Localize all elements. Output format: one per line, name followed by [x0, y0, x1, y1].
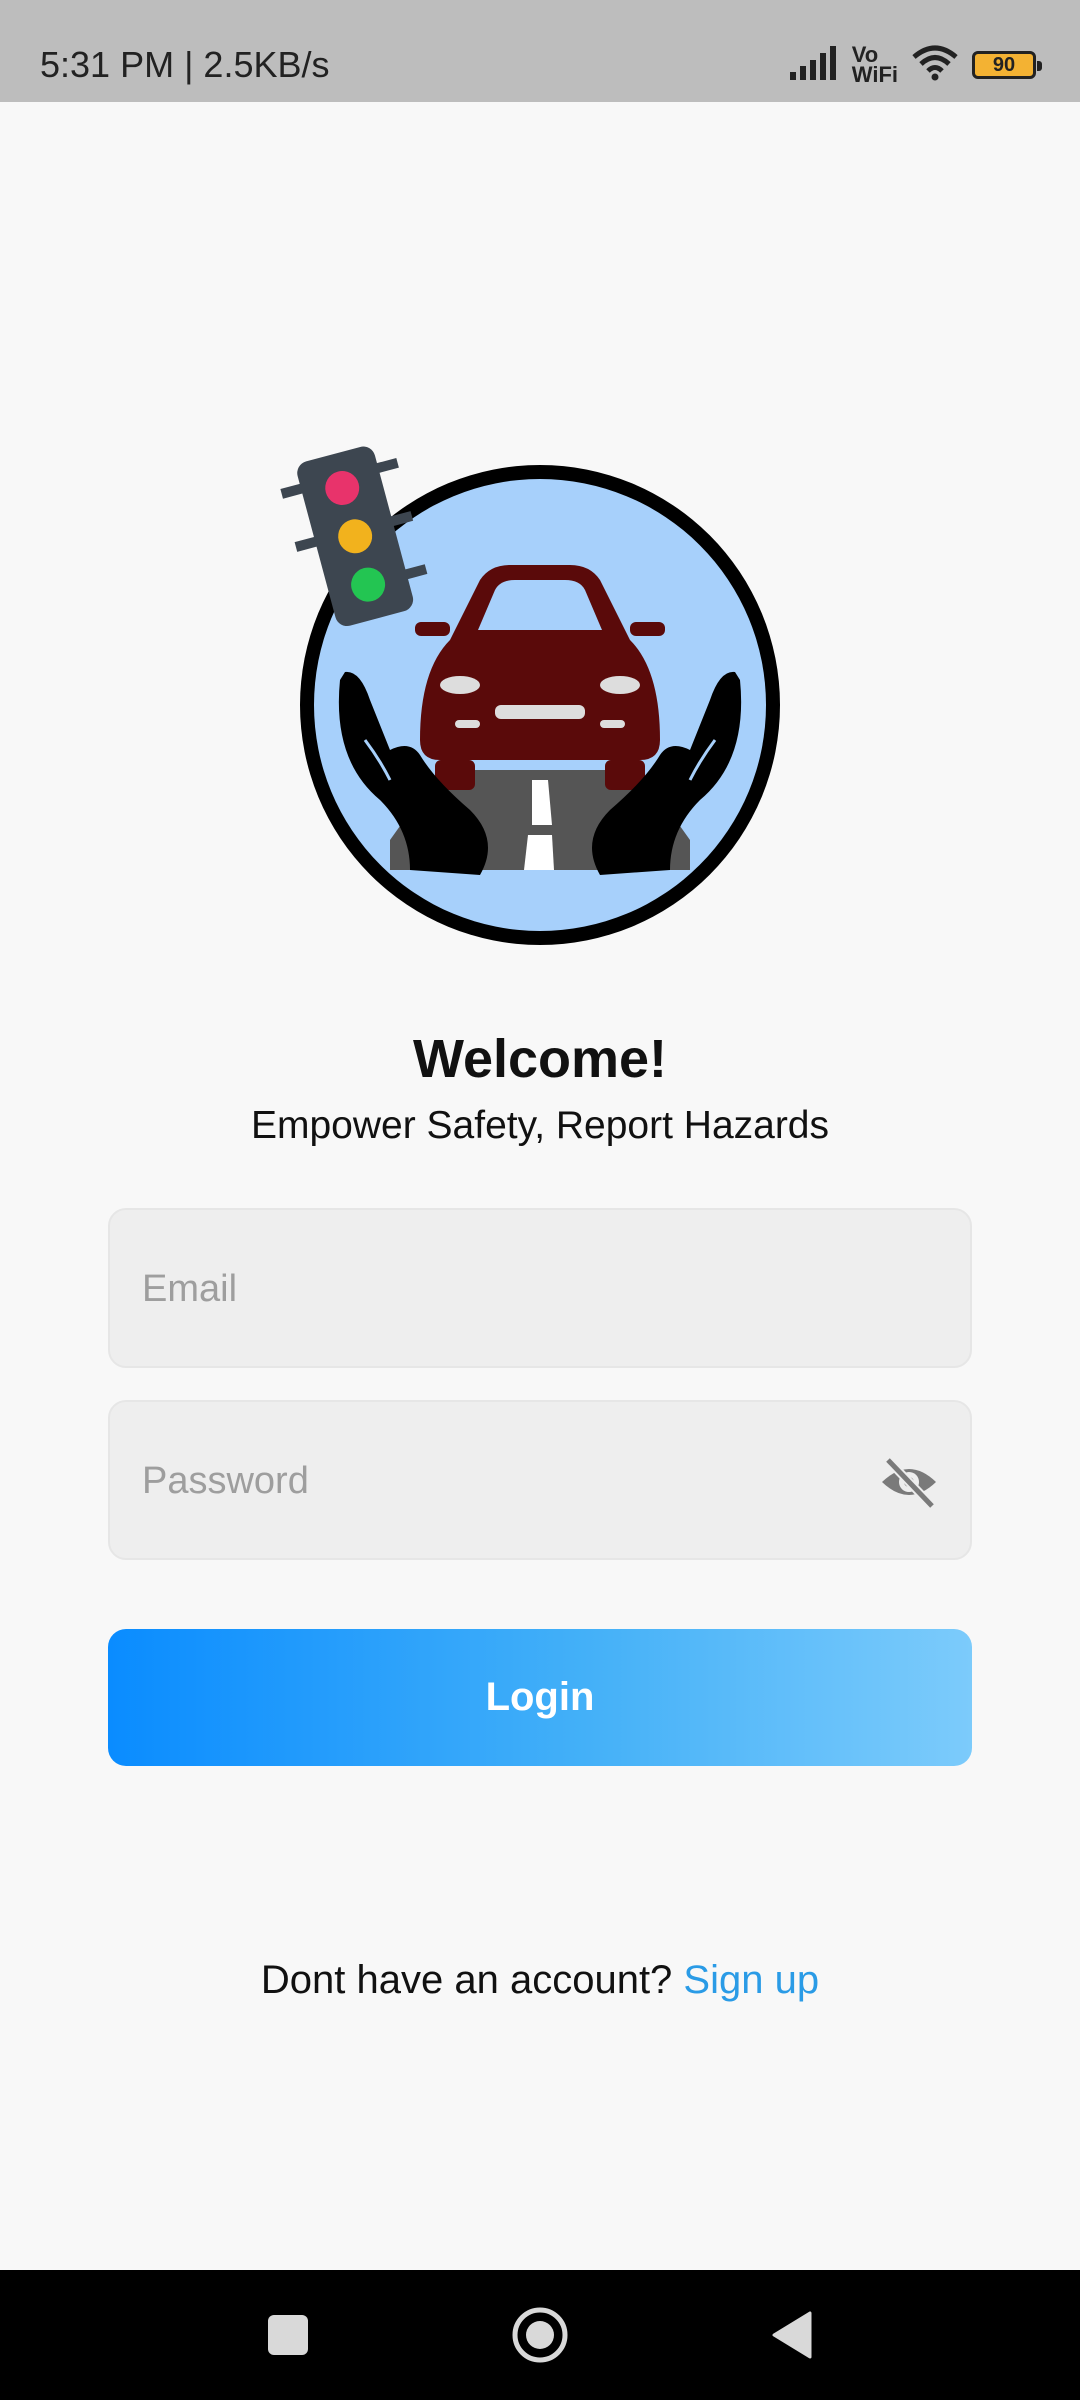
recent-apps-button[interactable]: [218, 2270, 358, 2400]
email-field[interactable]: [108, 1208, 972, 1368]
email-input[interactable]: [140, 1210, 904, 1368]
signup-link[interactable]: Sign up: [683, 1958, 819, 2002]
home-button[interactable]: [470, 2270, 610, 2400]
road-safety-logo: [270, 440, 810, 960]
navigation-bar: [0, 2270, 1080, 2400]
page-title: Welcome!: [412, 1029, 668, 1089]
vowifi-line2: WiFi: [851, 62, 898, 87]
eye-slash-icon[interactable]: [878, 1452, 940, 1512]
login-button[interactable]: Login: [108, 1629, 972, 1766]
signup-row: Dont have an account? Sign up: [0, 1958, 1080, 2003]
password-input[interactable]: [140, 1402, 904, 1560]
battery-icon: 90: [972, 51, 1042, 79]
triangle-back-icon: [772, 2311, 812, 2359]
signup-prompt: Dont have an account?: [260, 1958, 673, 2002]
vowifi-indicator: Vo WiFi: [851, 44, 898, 87]
circle-icon: [512, 2307, 568, 2363]
wifi-icon: [912, 45, 958, 86]
back-button[interactable]: [722, 2270, 862, 2400]
status-time-speed: 5:31 PM | 2.5KB/s: [40, 44, 330, 85]
square-icon: [268, 2315, 308, 2355]
signal-icon: [789, 45, 838, 85]
page-subtitle: Empower Safety, Report Hazards: [250, 1104, 829, 1147]
status-icons: Vo WiFi 90: [789, 40, 1042, 90]
status-bar: 5:31 PM | 2.5KB/s Vo WiFi 90: [0, 0, 1080, 102]
password-field[interactable]: [108, 1400, 972, 1560]
battery-level: 90: [992, 53, 1016, 76]
